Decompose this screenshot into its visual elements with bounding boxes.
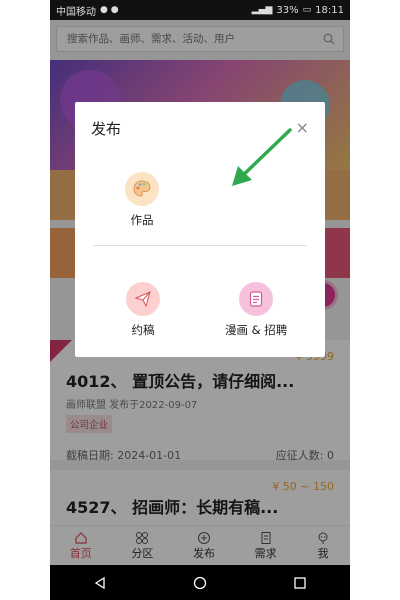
divider (93, 245, 307, 246)
back-icon[interactable] (93, 576, 107, 590)
battery-label: 33% (276, 4, 299, 16)
envelope-icon (126, 282, 160, 316)
option-works[interactable]: 作品 (125, 172, 159, 228)
carrier-label: 中国移动 (56, 6, 96, 18)
palette-icon (125, 172, 159, 206)
option-label: 约稿 (131, 323, 155, 337)
status-bar: 中国移动 ● ● ▂▄▆ 33% ▭ 18:11 (50, 0, 350, 20)
option-label: 漫画 & 招聘 (225, 323, 288, 337)
time-label: 18:11 (315, 4, 344, 16)
signal-icon: ▂▄▆ (251, 5, 273, 15)
option-label: 作品 (130, 213, 154, 227)
option-commission[interactable]: 约稿 (126, 282, 160, 338)
battery-icon: ▭ (302, 5, 312, 15)
system-nav-bar (50, 565, 350, 600)
phone-screen: 中国移动 ● ● ▂▄▆ 33% ▭ 18:11 ¥ 9999 4012、 置顶… (50, 0, 350, 600)
home-circle-icon[interactable] (193, 576, 207, 590)
document-icon (239, 282, 274, 316)
annotation-arrow-icon (232, 128, 292, 186)
dialog-title: 发布 (91, 120, 122, 138)
notification-icons: ● ● (100, 5, 119, 15)
recents-icon[interactable] (293, 576, 307, 590)
option-comic-recruit[interactable]: 漫画 & 招聘 (225, 282, 287, 338)
